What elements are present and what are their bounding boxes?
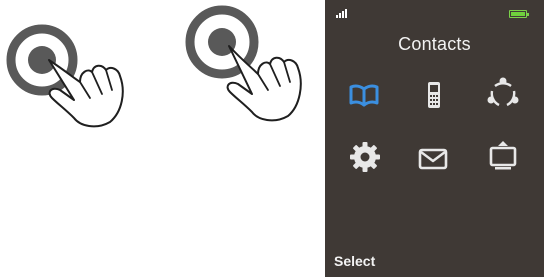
message-envelope-icon[interactable] [416,142,450,176]
settings-gear-icon[interactable] [348,140,382,174]
share-icon[interactable] [486,76,520,110]
battery-icon [509,10,529,18]
phone-screen: Contacts Select [325,0,544,277]
tap-gesture-icon [182,0,342,130]
display-export-icon[interactable] [486,138,520,172]
tap-gesture-icon [4,0,164,130]
signal-strength-icon [336,8,347,18]
screen-title: Contacts [398,34,471,54]
softkey-select[interactable]: Select [334,253,375,269]
phonebook-icon[interactable] [347,78,381,112]
status-bar [325,0,544,22]
mobile-phone-icon[interactable] [417,78,451,112]
